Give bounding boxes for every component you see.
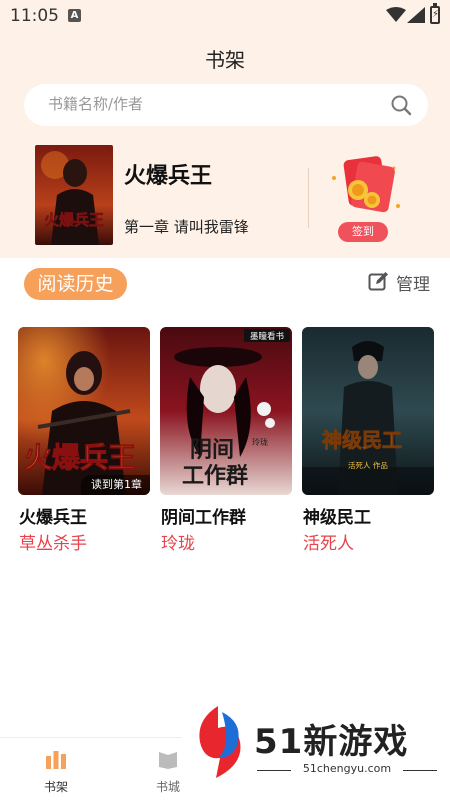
red-envelope-icon[interactable]	[326, 150, 404, 218]
book-cover[interactable]: 神级民工 活死人 作品	[302, 327, 434, 495]
signal-icon	[407, 7, 425, 23]
search-input[interactable]	[48, 95, 348, 113]
page-title: 书架	[205, 48, 245, 72]
edit-icon	[368, 272, 388, 291]
book-card[interactable]: 神级民工 活死人 作品 神级民工 活死人	[302, 327, 434, 554]
bookshelf-icon	[46, 751, 66, 769]
book-cover[interactable]: 墨瞳看书 玲珑 阴间 工作群	[160, 327, 292, 495]
battery-icon: ⚡	[430, 3, 440, 24]
cover-title: 火爆兵王	[24, 441, 136, 474]
watermark-url: 51chengyu.com	[302, 762, 392, 775]
book-cover[interactable]: 火爆兵王 读到第1章	[18, 327, 150, 495]
wifi-icon	[386, 7, 406, 22]
bookstore-icon	[159, 752, 177, 769]
nav-label: 书架	[43, 780, 68, 794]
recent-book-cover[interactable]: 火爆兵王	[35, 145, 113, 245]
cover-title: 阴间	[190, 437, 234, 463]
recent-book-chapter[interactable]: 第一章 请叫我雷锋	[124, 216, 249, 237]
book-author[interactable]: 玲珑	[161, 529, 195, 554]
book-title[interactable]: 火爆兵王	[19, 503, 87, 528]
search-icon[interactable]	[390, 94, 412, 116]
cover-author: 活死人 作品	[348, 460, 388, 470]
watermark-rule	[403, 770, 437, 771]
recent-book-title[interactable]: 火爆兵王	[124, 158, 212, 190]
cover-title: 神级民工	[322, 428, 402, 452]
notification-icon: A	[68, 9, 81, 22]
book-card[interactable]: 火爆兵王 读到第1章 火爆兵王 草丛杀手	[18, 327, 150, 554]
svg-text:火爆兵王: 火爆兵王	[44, 211, 104, 229]
reading-history-tag: 阅读历史	[24, 268, 127, 300]
divider	[308, 168, 309, 228]
book-title[interactable]: 阴间工作群	[161, 503, 246, 528]
watermark: 51新游戏 51chengyu.com	[182, 700, 450, 800]
cover-title: 工作群	[182, 463, 248, 489]
search-bar[interactable]	[24, 84, 428, 126]
book-author[interactable]: 草丛杀手	[19, 529, 87, 554]
reading-progress-badge: 读到第1章	[81, 475, 150, 495]
signin-button[interactable]: 签到	[338, 222, 388, 242]
book-author[interactable]: 活死人	[303, 529, 354, 554]
watermark-text: 51新游戏	[254, 722, 409, 762]
cover-publisher: 墨瞳看书	[250, 331, 285, 342]
nav-item-bookshelf[interactable]: 书架	[0, 738, 112, 800]
status-time: 11:05	[10, 6, 59, 26]
watermark-logo	[199, 706, 241, 778]
status-bar: 11:05 A ⚡	[0, 0, 450, 32]
manage-label: 管理	[396, 275, 430, 295]
book-title[interactable]: 神级民工	[303, 503, 371, 528]
book-card[interactable]: 墨瞳看书 玲珑 阴间 工作群 阴间工作群 玲珑	[160, 327, 292, 554]
cover-author: 玲珑	[252, 437, 268, 447]
